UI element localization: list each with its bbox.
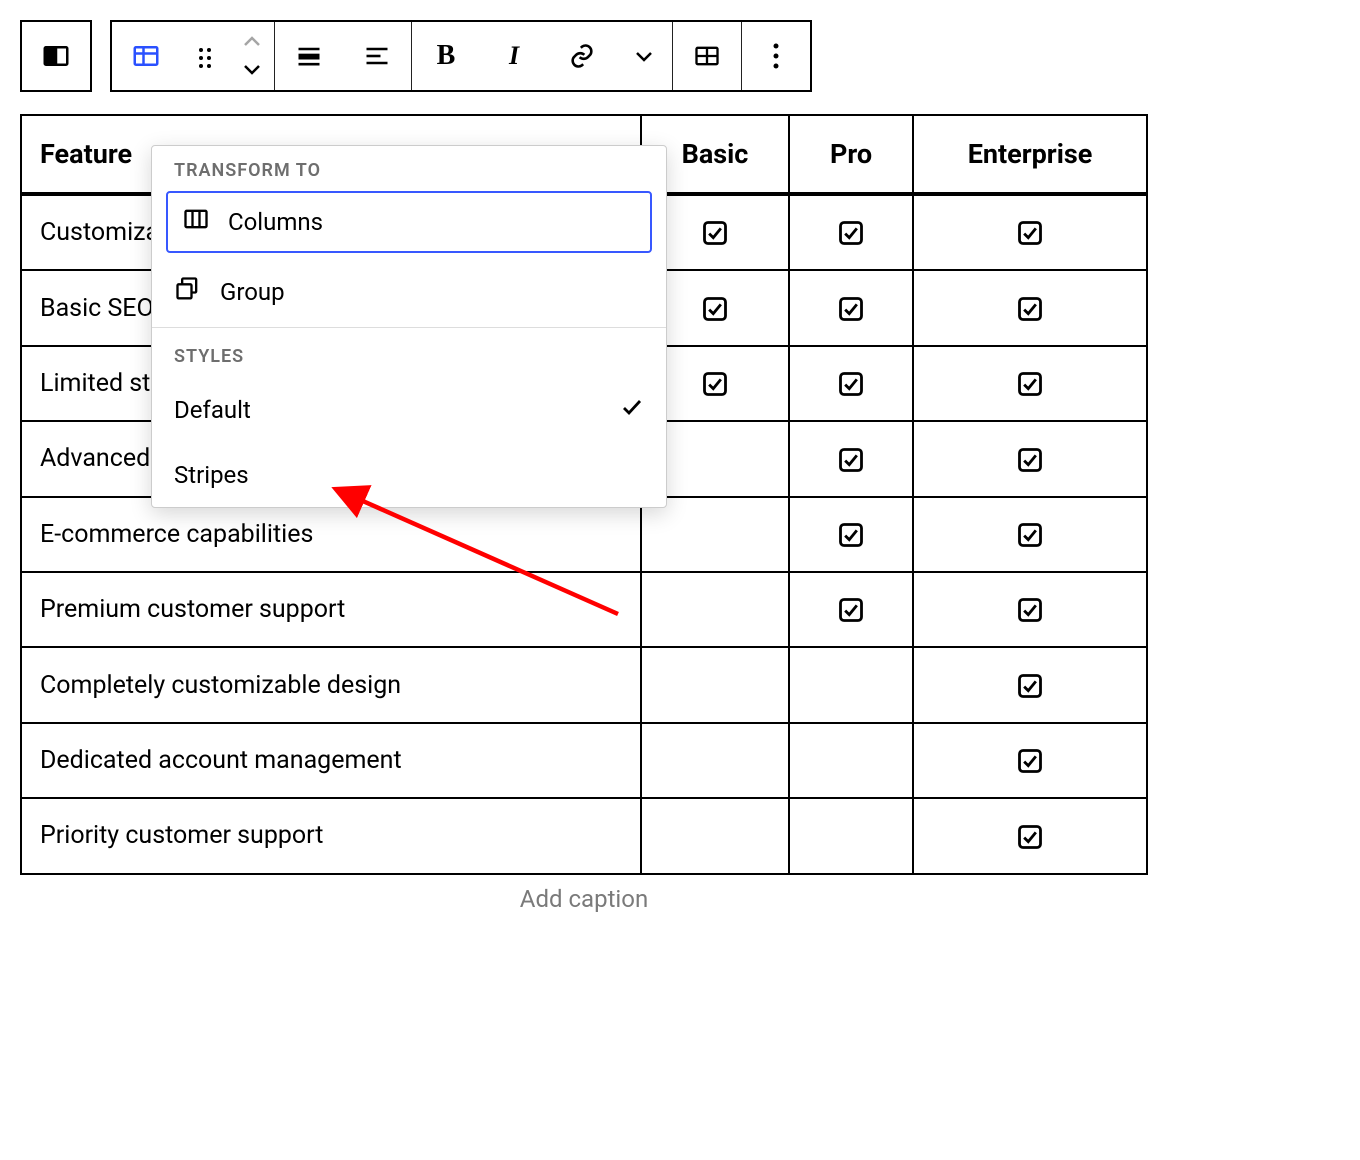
style-default[interactable]: Default [152, 377, 666, 443]
ent-cell[interactable] [913, 270, 1147, 345]
feature-cell[interactable]: Dedicated account management [21, 723, 641, 798]
align-cell-icon [363, 42, 391, 70]
link-icon [568, 42, 596, 70]
table-row: Premium customer support [21, 572, 1147, 647]
header-pro[interactable]: Pro [789, 115, 913, 194]
pro-cell[interactable] [789, 647, 913, 722]
checked-icon [837, 218, 865, 247]
column-align-button[interactable] [343, 22, 411, 90]
popover-divider [152, 327, 666, 328]
ent-cell[interactable] [913, 572, 1147, 647]
checked-icon [1016, 369, 1044, 398]
ent-cell[interactable] [913, 346, 1147, 421]
columns-icon [41, 41, 71, 71]
style-item-label: Default [174, 396, 251, 424]
caption-input[interactable]: Add caption [20, 885, 1148, 913]
table-row: Priority customer support [21, 798, 1147, 873]
checked-icon [837, 595, 865, 624]
pro-cell[interactable] [789, 798, 913, 873]
transform-popover: TRANSFORM TO Columns Group STYLES De [151, 145, 667, 508]
transform-item-label: Group [220, 278, 285, 306]
align-button[interactable] [275, 22, 343, 90]
ent-cell[interactable] [913, 421, 1147, 496]
block-type-button[interactable] [112, 22, 180, 90]
checked-icon [837, 369, 865, 398]
checked-icon [1016, 444, 1044, 473]
pro-cell[interactable] [789, 421, 913, 496]
ent-cell[interactable] [913, 194, 1147, 270]
checked-icon [837, 293, 865, 322]
chevron-down-icon [635, 50, 653, 62]
italic-icon: I [509, 41, 519, 71]
table-icon [131, 41, 161, 71]
checked-icon [701, 369, 729, 398]
checked-icon [1016, 746, 1044, 775]
checked-icon [1016, 595, 1044, 624]
checked-icon [1016, 821, 1044, 850]
transform-item-group[interactable]: Group [152, 261, 666, 323]
style-item-label: Stripes [174, 461, 249, 489]
pro-cell[interactable] [789, 572, 913, 647]
table-row: Completely customizable design [21, 647, 1147, 722]
ent-cell[interactable] [913, 798, 1147, 873]
feature-cell[interactable]: Premium customer support [21, 572, 641, 647]
basic-cell[interactable] [641, 572, 789, 647]
checked-icon [1016, 218, 1044, 247]
checked-icon [701, 218, 729, 247]
edit-table-icon [693, 42, 721, 70]
pro-cell[interactable] [789, 270, 913, 345]
link-button[interactable] [548, 22, 616, 90]
vertical-dots-icon [772, 42, 780, 70]
styles-label: STYLES [152, 332, 666, 377]
checked-icon [701, 293, 729, 322]
columns-icon [182, 205, 210, 239]
bold-button[interactable]: B [412, 22, 480, 90]
parent-block-button[interactable] [22, 22, 90, 90]
ent-cell[interactable] [913, 497, 1147, 572]
pro-cell[interactable] [789, 194, 913, 270]
pro-cell[interactable] [789, 346, 913, 421]
pro-cell[interactable] [789, 723, 913, 798]
italic-button[interactable]: I [480, 22, 548, 90]
transform-label: TRANSFORM TO [152, 146, 666, 191]
ent-cell[interactable] [913, 647, 1147, 722]
pro-cell[interactable] [789, 497, 913, 572]
header-ent[interactable]: Enterprise [913, 115, 1147, 194]
ent-cell[interactable] [913, 723, 1147, 798]
more-options-button[interactable] [742, 22, 810, 90]
transform-item-label: Columns [228, 208, 323, 236]
chevron-down-icon[interactable] [243, 60, 261, 79]
basic-cell[interactable] [641, 798, 789, 873]
bold-icon: B [437, 40, 456, 72]
transform-item-columns[interactable]: Columns [166, 191, 652, 253]
drag-handle-button[interactable] [180, 22, 230, 90]
align-full-icon [295, 42, 323, 70]
checked-icon [1016, 670, 1044, 699]
more-richtext-button[interactable] [616, 22, 672, 90]
block-toolbar: B I [20, 20, 1180, 92]
style-stripes[interactable]: Stripes [152, 443, 666, 507]
group-icon [174, 275, 202, 309]
checked-icon [837, 520, 865, 549]
drag-handle-icon [195, 44, 215, 68]
feature-cell[interactable]: Priority customer support [21, 798, 641, 873]
checked-icon [1016, 520, 1044, 549]
feature-cell[interactable]: Completely customizable design [21, 647, 641, 722]
basic-cell[interactable] [641, 723, 789, 798]
basic-cell[interactable] [641, 647, 789, 722]
table-row: Dedicated account management [21, 723, 1147, 798]
chevron-up-icon[interactable] [243, 33, 261, 52]
move-buttons [230, 22, 274, 90]
checked-icon [1016, 293, 1044, 322]
checked-icon [837, 444, 865, 473]
check-icon [620, 395, 644, 425]
edit-table-button[interactable] [673, 22, 741, 90]
